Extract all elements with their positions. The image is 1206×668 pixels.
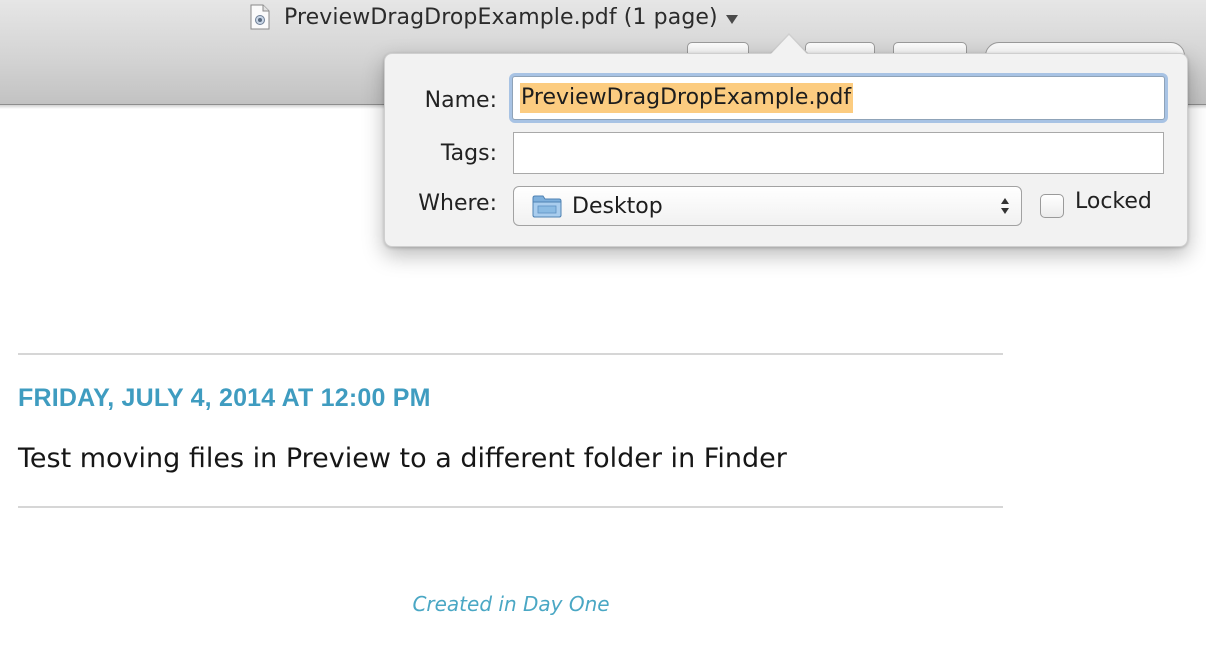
tags-field[interactable] (513, 132, 1164, 174)
where-label: Where: (418, 191, 497, 216)
bottom-divider (18, 506, 1003, 508)
window-title[interactable]: PreviewDragDropExample.pdf (1 page) (284, 5, 718, 30)
tags-label: Tags: (440, 141, 497, 166)
where-dropdown[interactable]: Desktop (513, 186, 1022, 226)
entry-date: FRIDAY, JULY 4, 2014 AT 12:00 PM (18, 384, 431, 412)
up-down-arrows-icon (1000, 196, 1010, 216)
entry-text: Test moving files in Preview to a differ… (18, 443, 787, 474)
folder-icon (532, 194, 562, 218)
popover-arrow-fill (770, 35, 808, 55)
name-selected-text[interactable]: PreviewDragDropExample.pdf (520, 83, 854, 113)
where-value: Desktop (572, 193, 663, 219)
chevron-down-icon[interactable] (725, 14, 738, 24)
locked-label[interactable]: Locked (1075, 189, 1152, 214)
pdf-document-icon[interactable] (250, 4, 270, 30)
footer-credit: Created in Day One (412, 592, 610, 616)
locked-checkbox[interactable] (1040, 194, 1064, 218)
top-divider (18, 353, 1003, 355)
rename-popover: Name: PreviewDragDropExample.pdf Tags: W… (384, 53, 1188, 247)
name-label: Name: (424, 88, 497, 113)
name-field[interactable]: PreviewDragDropExample.pdf (512, 76, 1165, 120)
window-title-group[interactable]: PreviewDragDropExample.pdf (1 page) (250, 2, 738, 32)
